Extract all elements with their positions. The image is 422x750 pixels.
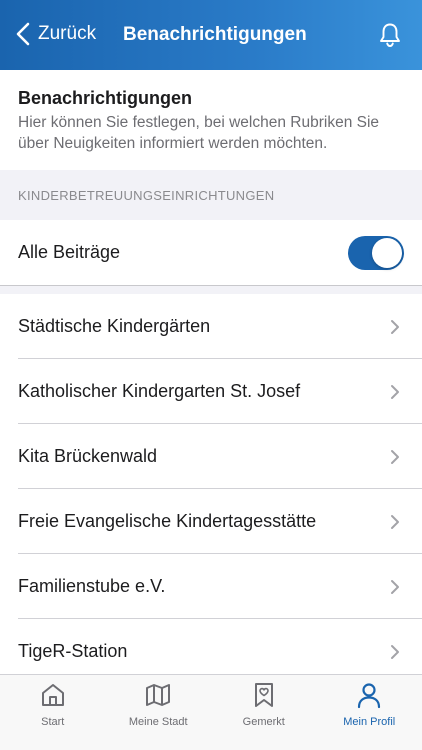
- back-button[interactable]: Zurück: [16, 22, 96, 46]
- list-item-label: Städtische Kindergärten: [18, 316, 211, 336]
- section-gap: [0, 286, 422, 294]
- navigation-bar: Zurück Benachrichtigungen: [0, 0, 422, 70]
- list-item[interactable]: Kita Brückenwald: [0, 424, 422, 489]
- list-item[interactable]: Katholischer Kindergarten St. Josef: [0, 359, 422, 424]
- tab-label: Start: [41, 716, 65, 728]
- bell-icon[interactable]: [378, 22, 402, 48]
- tab-mein-profil[interactable]: Mein Profil: [317, 675, 422, 750]
- bookmark-heart-icon: [254, 683, 273, 707]
- chevron-right-icon: [391, 514, 399, 529]
- institution-list: Städtische Kindergärten Katholischer Kin…: [0, 294, 422, 684]
- chevron-left-icon: [16, 22, 30, 46]
- list-item-label: TigeR-Station: [18, 641, 128, 661]
- back-label: Zurück: [38, 23, 97, 44]
- map-icon: [146, 684, 171, 706]
- all-posts-label: Alle Beiträge: [18, 242, 121, 262]
- list-item[interactable]: Freie Evangelische Kindertagesstätte: [0, 489, 422, 554]
- chevron-right-icon: [391, 384, 399, 399]
- home-icon: [41, 684, 64, 706]
- intro-description: Hier können Sie festlegen, bei welchen R…: [18, 114, 380, 152]
- list-item[interactable]: Familienstube e.V.: [0, 554, 422, 619]
- list-item-label: Kita Brückenwald: [18, 446, 158, 466]
- chevron-right-icon: [391, 579, 399, 594]
- all-posts-toggle[interactable]: [348, 235, 404, 270]
- all-posts-row: Alle Beiträge: [0, 220, 422, 286]
- person-icon: [358, 683, 381, 709]
- tab-label: Meine Stadt: [128, 716, 188, 728]
- tab-meine-stadt[interactable]: Meine Stadt: [106, 675, 212, 750]
- tab-gemerkt[interactable]: Gemerkt: [211, 675, 317, 750]
- chevron-right-icon: [391, 449, 399, 464]
- nav-title: Benachrichtigungen: [123, 24, 307, 45]
- tab-label: Gemerkt: [242, 716, 285, 728]
- tab-start[interactable]: Start: [0, 675, 106, 750]
- tab-bar: Start Meine Stadt Gemerkt Mein Profil: [0, 674, 422, 750]
- list-item-label: Freie Evangelische Kindertagesstätte: [18, 511, 317, 531]
- list-item-label: Katholischer Kindergarten St. Josef: [18, 381, 301, 401]
- section-header: KINDERBETREUUNGSEINRICHTUNGEN: [0, 170, 422, 220]
- chevron-right-icon: [391, 644, 399, 659]
- toggle-knob: [372, 237, 402, 268]
- list-item[interactable]: Städtische Kindergärten: [0, 294, 422, 359]
- list-item-label: Familienstube e.V.: [18, 576, 166, 596]
- chevron-right-icon: [391, 319, 399, 334]
- tab-label: Mein Profil: [343, 716, 396, 728]
- intro-title: Benachrichtigungen: [18, 88, 193, 108]
- intro-section: Benachrichtigungen Hier können Sie festl…: [0, 70, 422, 170]
